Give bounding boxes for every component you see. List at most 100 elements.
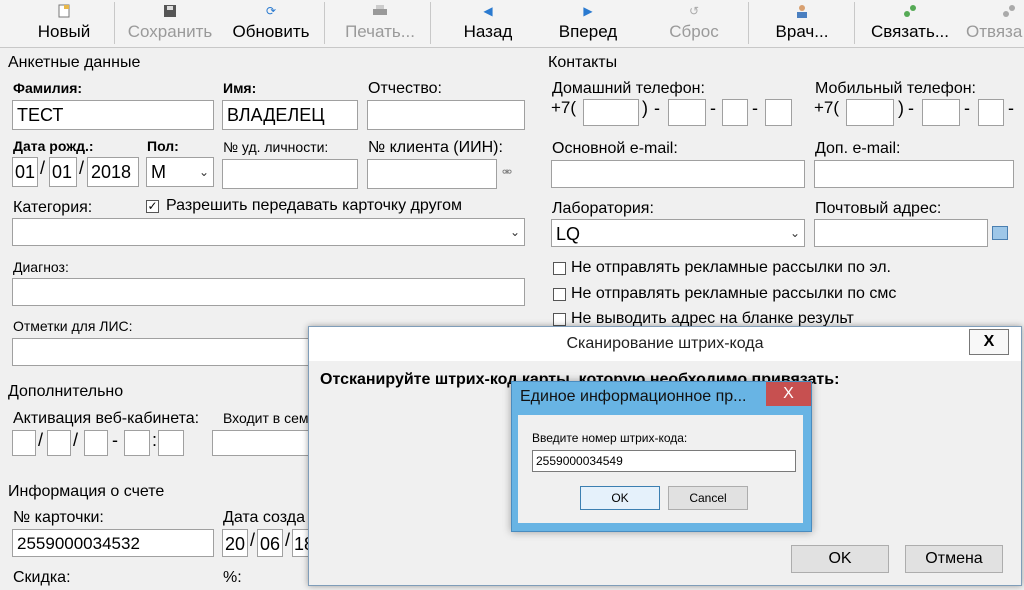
new-document-icon [57, 4, 71, 18]
link-icon [903, 4, 917, 18]
mobile-phone-part1-input[interactable] [922, 99, 960, 126]
account-group-title: Информация о счете [8, 483, 165, 500]
email2-input[interactable] [814, 160, 1014, 188]
birth-month-input[interactable]: 01 [49, 157, 77, 187]
input-cancel-button[interactable]: Cancel [668, 486, 748, 510]
save-button[interactable]: Сохранить [120, 0, 220, 46]
web-cabinet-input-1[interactable] [12, 430, 36, 456]
category-select[interactable]: ⌄ [12, 218, 525, 246]
date-separator: / [73, 430, 79, 450]
no-email-ads-checkbox[interactable] [553, 262, 566, 275]
sex-label: Пол: [147, 138, 179, 154]
family-input[interactable] [212, 430, 310, 456]
phone-dash: - [908, 98, 914, 118]
phone-dash: - [710, 98, 716, 118]
scan-ok-button[interactable]: OK [791, 545, 889, 573]
card-number-label: № карточки: [13, 509, 104, 526]
toolbar-separator [430, 2, 431, 44]
printer-icon [373, 4, 387, 18]
input-dialog-title: Единое информационное пр... [520, 388, 747, 405]
chevron-down-icon: ⌄ [509, 225, 521, 239]
date-separator: / [40, 158, 46, 178]
first-name-input[interactable]: ВЛАДЕЛЕЦ [222, 100, 358, 130]
home-phone-part2-input[interactable] [722, 99, 748, 126]
web-cabinet-input-3[interactable] [84, 430, 108, 456]
date-separator: / [38, 430, 44, 450]
card-number-input[interactable]: 2559000034532 [12, 529, 214, 557]
back-button[interactable]: ◀ Назад [448, 0, 528, 46]
patronymic-label: Отчество: [368, 80, 442, 97]
toolbar-separator [324, 2, 325, 44]
created-month-input[interactable]: 06 [257, 529, 283, 557]
phone-dash: - [654, 98, 660, 118]
created-day-input[interactable]: 20 [222, 529, 248, 557]
diagnosis-label: Диагноз: [13, 259, 69, 275]
laboratory-select[interactable]: LQ ⌄ [551, 219, 805, 247]
input-ok-button[interactable]: OK [580, 486, 660, 510]
refresh-button[interactable]: ⟳ Обновить [224, 0, 318, 46]
id-number-label: № уд. личности: [223, 139, 329, 155]
lis-marks-input[interactable] [12, 338, 312, 366]
no-address-checkbox[interactable] [553, 313, 566, 326]
barcode-input[interactable]: 2559000034549 [532, 450, 796, 472]
scan-dialog-title: Сканирование штрих-кода [309, 327, 1021, 361]
date-separator: / [250, 530, 256, 550]
date-separator: / [79, 158, 85, 178]
address-book-icon[interactable] [992, 226, 1008, 240]
forward-button[interactable]: ▶ Вперед [548, 0, 628, 46]
home-phone-code-input[interactable] [583, 99, 639, 126]
category-label: Категория: [13, 199, 93, 216]
no-sms-ads-checkbox[interactable] [553, 288, 566, 301]
postal-address-input[interactable] [814, 219, 988, 247]
mobile-phone-part2-input[interactable] [978, 99, 1004, 126]
lis-marks-label: Отметки для ЛИС: [13, 318, 133, 334]
no-sms-ads-label: Не отправлять рекламные рассылки по смс [571, 285, 897, 302]
mobile-phone-code-input[interactable] [846, 99, 894, 126]
last-name-input[interactable]: ТЕСТ [12, 100, 214, 130]
diagnosis-input[interactable] [12, 278, 525, 306]
extra-group-title: Дополнительно [8, 383, 124, 400]
toolbar-separator [748, 2, 749, 44]
new-button[interactable]: Новый [20, 0, 108, 46]
mobile-phone-label: Мобильный телефон: [815, 80, 976, 97]
contacts-group-title: Контакты [548, 54, 618, 71]
scan-cancel-button[interactable]: Отмена [905, 545, 1003, 573]
arrow-right-icon: ▶ [583, 4, 593, 18]
unlink-button[interactable]: Отвяза [962, 0, 1024, 46]
birth-day-input[interactable]: 01 [12, 157, 38, 187]
web-cabinet-input-5[interactable] [158, 430, 184, 456]
date-separator: / [285, 530, 291, 550]
home-phone-label: Домашний телефон: [552, 80, 705, 97]
arrow-left-icon: ◀ [483, 4, 493, 18]
doctor-button[interactable]: Врач... [762, 0, 842, 46]
print-button[interactable]: Печать... [332, 0, 428, 46]
web-cabinet-label: Активация веб-кабинета: [13, 410, 200, 427]
share-card-checkbox[interactable]: ✓ [146, 200, 159, 213]
home-phone-part3-input[interactable] [765, 99, 792, 126]
phone-prefix: +7( [551, 98, 577, 117]
phone-dash: - [1008, 98, 1014, 118]
phone-dash: - [964, 98, 970, 118]
id-number-input[interactable] [222, 159, 358, 189]
birth-year-input[interactable]: 2018 [87, 157, 139, 187]
close-icon[interactable]: X [766, 382, 811, 406]
last-name-label: Фамилия: [13, 80, 83, 96]
share-card-label: Разрешить передавать карточку другом [166, 197, 462, 214]
email-input[interactable] [551, 160, 805, 188]
patronymic-input[interactable] [367, 100, 525, 130]
dash-separator: - [112, 430, 118, 450]
link-button[interactable]: Связать... [862, 0, 958, 46]
discount-label: Скидка: [13, 569, 71, 586]
sex-select[interactable]: М ⌄ [146, 157, 214, 187]
profile-group-title: Анкетные данные [8, 54, 141, 71]
web-cabinet-input-4[interactable] [124, 430, 150, 456]
web-cabinet-input-2[interactable] [47, 430, 71, 456]
phone-prefix: +7( [814, 98, 840, 117]
link-icon[interactable]: ⚮ [502, 165, 512, 179]
unlink-icon [1002, 4, 1016, 18]
iin-input[interactable] [367, 159, 497, 189]
reset-button[interactable]: ↺ Сброс [654, 0, 734, 46]
floppy-disk-icon [163, 4, 177, 18]
home-phone-part1-input[interactable] [668, 99, 706, 126]
close-icon[interactable]: X [969, 329, 1009, 355]
